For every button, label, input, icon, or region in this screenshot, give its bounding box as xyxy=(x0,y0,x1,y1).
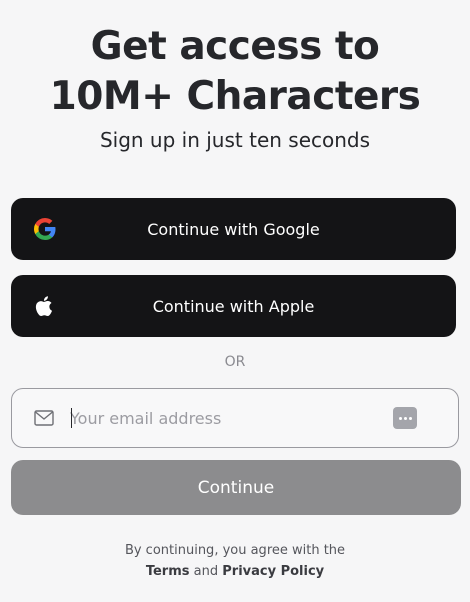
apple-logo-icon xyxy=(35,296,53,317)
email-field[interactable] xyxy=(11,388,459,448)
or-divider: OR xyxy=(224,354,246,370)
legal-and-text: and xyxy=(193,564,219,579)
page-title-line-2: 10M+ Characters xyxy=(49,74,421,119)
continue-with-google-label: Continue with Google xyxy=(147,219,320,239)
privacy-policy-link[interactable]: Privacy Policy xyxy=(222,564,324,579)
page-title-line-1: Get access to xyxy=(90,24,380,69)
email-input[interactable] xyxy=(70,403,380,433)
continue-with-apple-button[interactable]: Continue with Apple xyxy=(11,275,456,337)
password-manager-icon[interactable] xyxy=(393,407,417,429)
page-title: Get access to 10M+ Characters xyxy=(0,22,470,122)
continue-with-google-button[interactable]: Continue with Google xyxy=(11,198,456,260)
continue-with-apple-label: Continue with Apple xyxy=(152,296,315,316)
mail-icon xyxy=(34,410,54,426)
legal-notice-prefix: By continuing, you agree with the xyxy=(124,543,346,558)
continue-button[interactable]: Continue xyxy=(11,460,461,515)
legal-links: Terms and Privacy Policy xyxy=(0,561,470,582)
text-cursor xyxy=(71,408,72,428)
legal-notice: By continuing, you agree with the Terms … xyxy=(0,540,470,582)
page-subtitle: Sign up in just ten seconds xyxy=(99,128,371,152)
google-logo-icon xyxy=(34,218,56,240)
terms-link[interactable]: Terms xyxy=(146,564,190,579)
